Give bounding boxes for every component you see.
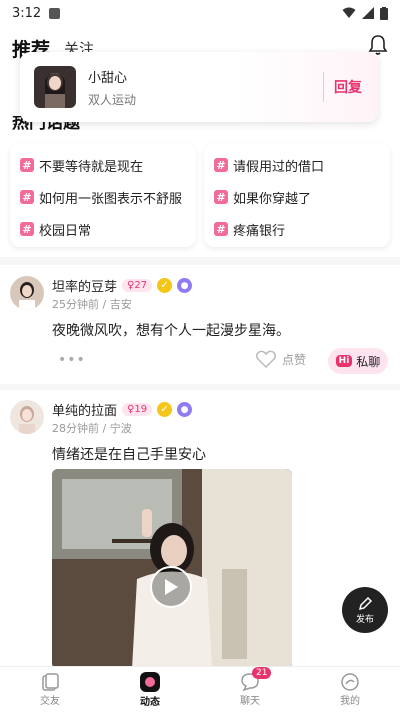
play-icon <box>165 579 178 595</box>
status-icons <box>342 6 388 20</box>
like-button[interactable]: 点赞 <box>255 350 306 368</box>
topic-item[interactable]: # 如何用一张图表示不舒服 <box>20 181 186 213</box>
age-value: 27 <box>134 280 148 291</box>
battery-icon <box>380 6 388 20</box>
post-meta: 25分钟前 / 吉安 <box>52 298 132 311</box>
topic-label: 如何用一张图表示不舒服 <box>39 191 183 207</box>
like-label: 点赞 <box>281 352 306 367</box>
chat-badge: 21 <box>252 667 272 679</box>
post-username-row: 坦率的豆芽 ♀ 27 ✓ ● <box>52 276 193 295</box>
wifi-icon <box>342 7 356 18</box>
more-options-icon[interactable]: ••• <box>58 352 86 368</box>
bottom-nav: 交友 动态 21 聊天 我的 <box>0 666 400 712</box>
publish-label: 发布 <box>355 614 374 625</box>
hash-icon: # <box>20 190 34 204</box>
avatar[interactable] <box>10 276 44 310</box>
person-verified-icon: ● <box>177 402 193 417</box>
post-content: 夜晚微风吹，想有个人一起漫步星海。 <box>52 323 290 339</box>
heart-icon <box>255 350 276 368</box>
hash-icon: # <box>20 158 34 172</box>
hash-icon: # <box>214 190 228 204</box>
topic-item[interactable]: # 请假用过的借口 <box>214 149 380 181</box>
avatar[interactable] <box>10 400 44 434</box>
toast-avatar <box>34 66 76 108</box>
nav-label: 我的 <box>340 696 360 707</box>
notification-icon <box>49 7 61 19</box>
message-toast[interactable]: 小甜心 双人运动 回复 <box>20 52 378 122</box>
hi-icon: Hi <box>335 355 353 367</box>
topic-item[interactable]: # 如果你穿越了 <box>214 181 380 213</box>
topic-label: 如果你穿越了 <box>233 191 312 207</box>
publish-button[interactable]: 发布 <box>342 587 388 633</box>
cards-icon <box>42 673 59 691</box>
private-chat-button[interactable]: Hi 私聊 <box>328 348 388 374</box>
age-badge: ♀ 27 <box>122 279 153 292</box>
hash-icon: # <box>214 158 228 172</box>
post-username[interactable]: 单纯的拉面 <box>52 400 117 419</box>
topic-item[interactable]: # 校园日常 <box>20 213 186 245</box>
nav-item-chat[interactable]: 21 聊天 <box>200 667 300 712</box>
moments-icon <box>140 672 160 692</box>
signal-icon <box>362 7 374 19</box>
post-content: 情绪还是在自己手里安心 <box>52 447 206 463</box>
topic-label: 请假用过的借口 <box>233 159 325 175</box>
hash-icon: # <box>214 222 228 236</box>
topic-item[interactable]: # 不要等待就是现在 <box>20 149 186 181</box>
nav-item-me[interactable]: 我的 <box>300 667 400 712</box>
divider <box>0 257 400 265</box>
nav-item-friends[interactable]: 交友 <box>0 667 100 712</box>
nav-label: 动态 <box>140 697 160 708</box>
nav-item-moments[interactable]: 动态 <box>100 667 200 712</box>
post-username-row: 单纯的拉面 ♀ 19 ✓ ● <box>52 400 193 419</box>
nav-label: 交友 <box>40 696 60 707</box>
reply-button[interactable]: 回复 <box>334 77 362 97</box>
toast-message: 双人运动 <box>88 92 137 107</box>
nav-label: 聊天 <box>240 696 260 707</box>
topic-item[interactable]: # 疼痛银行 <box>214 213 380 245</box>
verified-icon: ✓ <box>157 278 173 293</box>
topic-label: 不要等待就是现在 <box>39 159 144 175</box>
status-time: 3:12 <box>12 5 42 21</box>
person-verified-icon: ● <box>177 278 193 293</box>
chat-label: 私聊 <box>356 354 381 369</box>
age-badge: ♀ 19 <box>122 403 153 416</box>
post-meta: 28分钟前 / 宁波 <box>52 422 132 435</box>
feed-post: 坦率的豆芽 ♀ 27 ✓ ● 25分钟前 / 吉安 夜晚微风吹，想有个人一起漫步星… <box>0 266 400 384</box>
status-bar: 3:12 <box>0 0 400 26</box>
profile-icon <box>341 673 359 691</box>
toast-sender-name: 小甜心 <box>88 70 128 86</box>
topics-card-left: # 不要等待就是现在 # 如何用一张图表示不舒服 # 校园日常 <box>10 143 196 247</box>
age-value: 19 <box>134 404 148 415</box>
hash-icon: # <box>20 222 34 236</box>
pen-icon <box>358 596 373 610</box>
verified-icon: ✓ <box>157 402 173 417</box>
topic-label: 校园日常 <box>39 223 92 239</box>
topic-label: 疼痛银行 <box>233 223 286 239</box>
topics-panel: # 不要等待就是现在 # 如何用一张图表示不舒服 # 校园日常 # 请假用过的借… <box>10 143 390 247</box>
play-button[interactable] <box>150 566 192 608</box>
post-username[interactable]: 坦率的豆芽 <box>52 276 117 295</box>
topics-card-right: # 请假用过的借口 # 如果你穿越了 # 疼痛银行 <box>204 143 390 247</box>
post-video[interactable] <box>52 469 292 669</box>
toast-divider <box>323 72 324 102</box>
